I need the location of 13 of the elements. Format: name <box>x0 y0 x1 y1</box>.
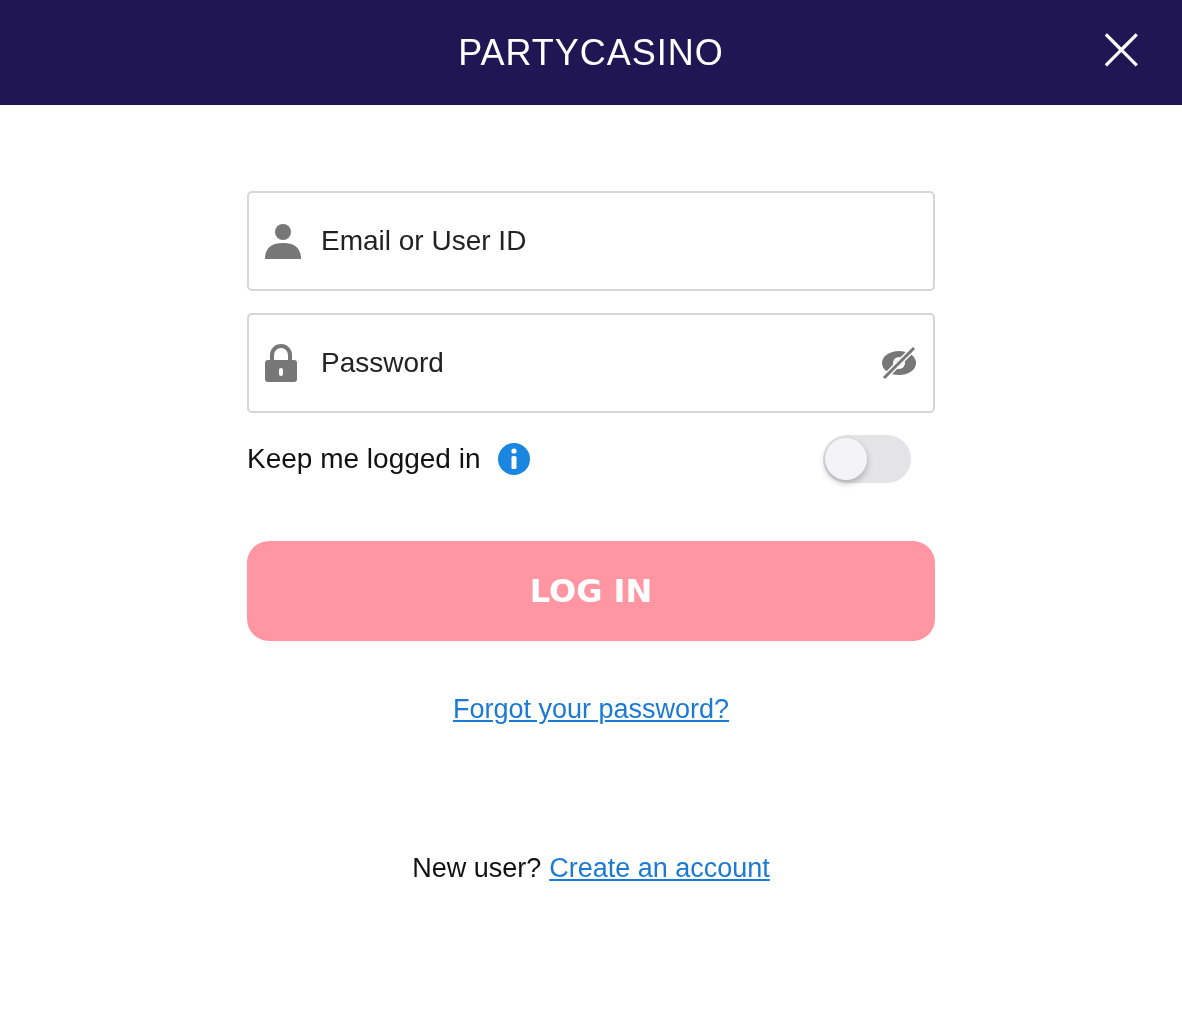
logo: PARTYCASINO <box>458 30 724 75</box>
keep-logged-in-label: Keep me logged in <box>247 442 481 476</box>
info-icon[interactable] <box>496 442 531 476</box>
lock-icon <box>264 344 298 382</box>
eye-slash-icon[interactable] <box>880 346 918 380</box>
user-icon <box>264 222 302 260</box>
forgot-password-link[interactable]: Forgot your password? <box>452 694 730 724</box>
close-button[interactable]: × <box>1090 24 1152 72</box>
input-field[interactable]: Email or User ID <box>247 191 935 291</box>
toggle-switch[interactable] <box>823 435 911 483</box>
create-account-link[interactable]: Create an account <box>549 847 770 888</box>
new-user-text: New user? <box>412 851 542 885</box>
input-field[interactable]: Password <box>247 313 935 413</box>
